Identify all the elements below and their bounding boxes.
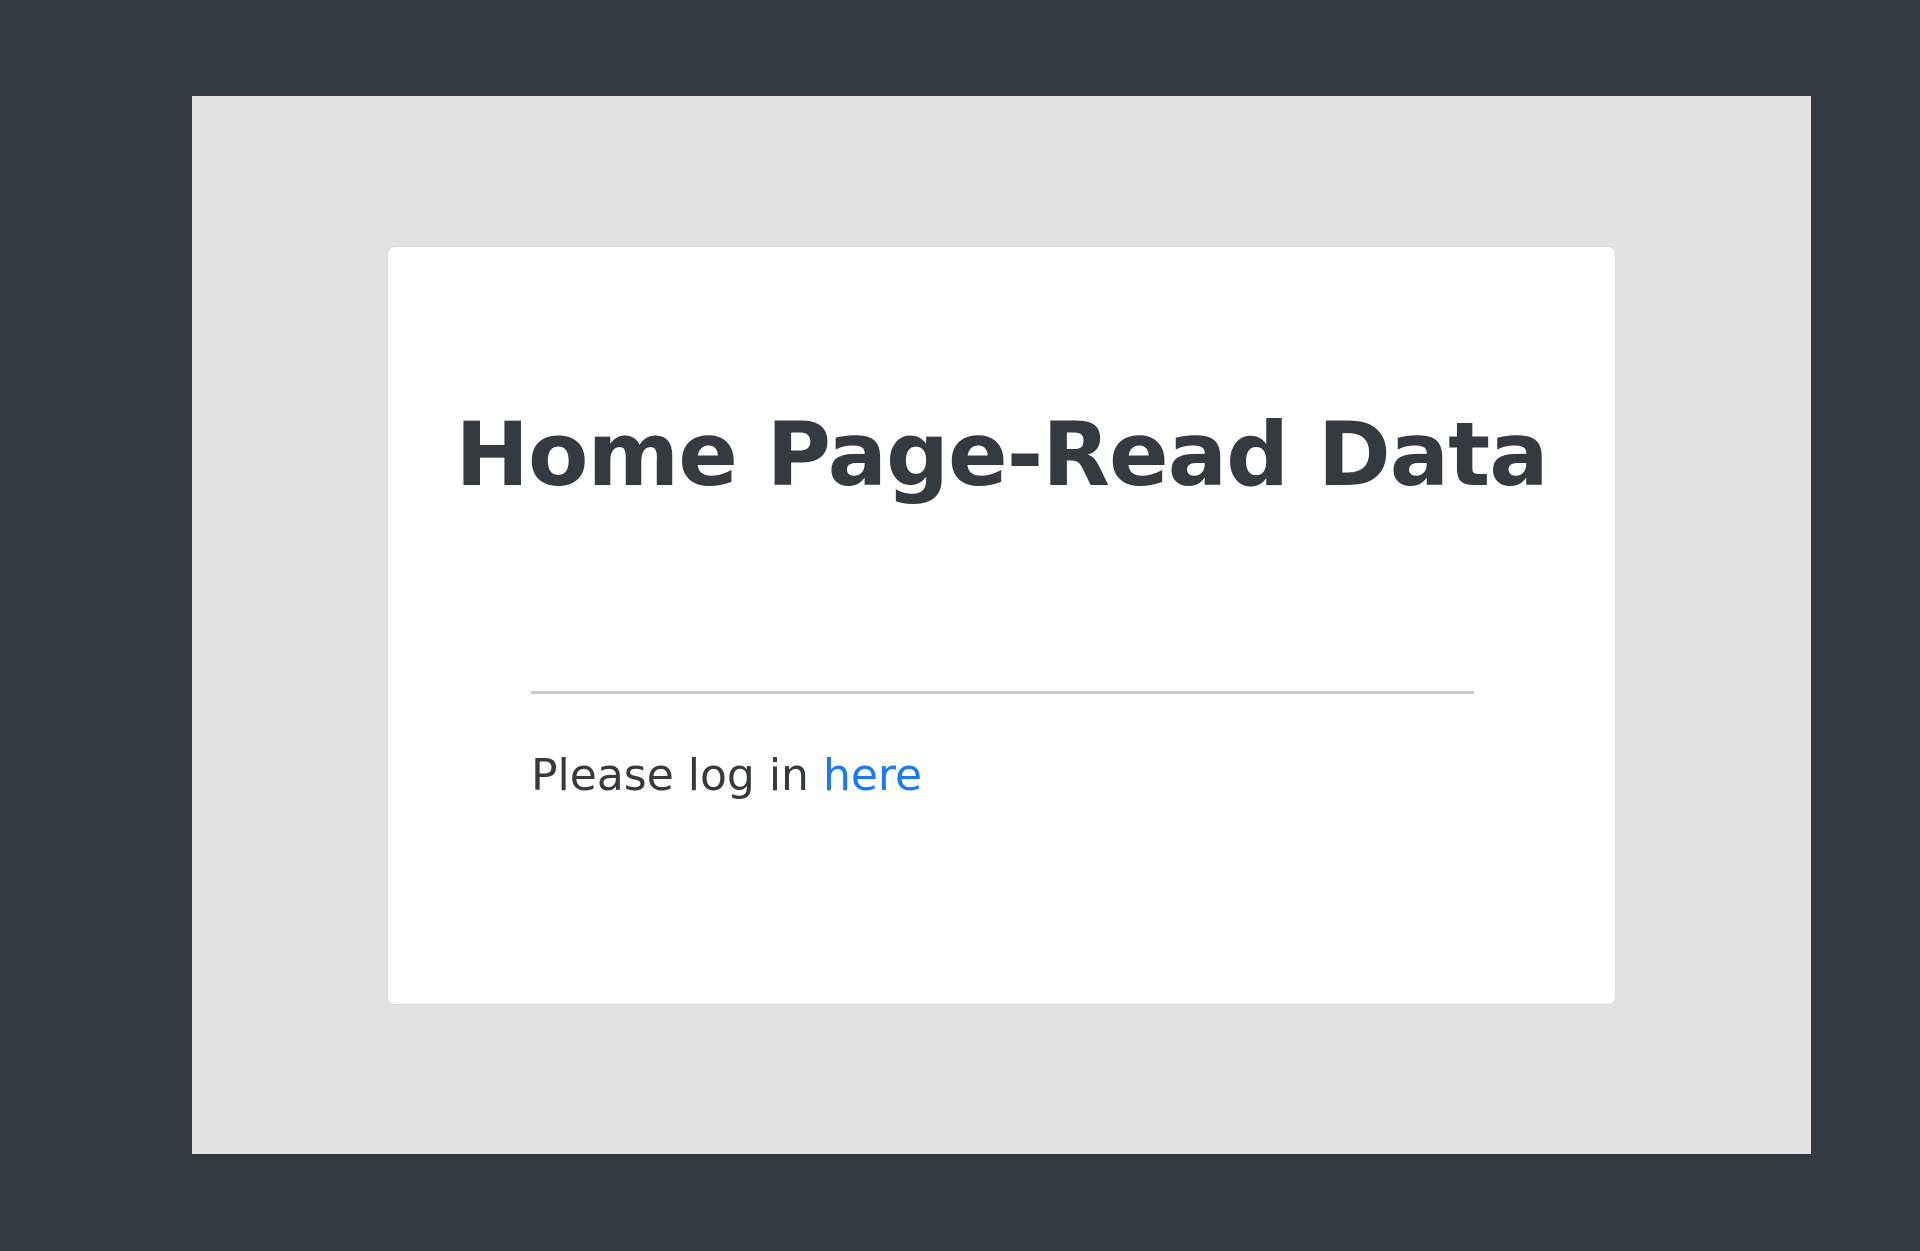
- content-panel: Home Page-Read Data Please log in here: [192, 96, 1811, 1154]
- card: Home Page-Read Data Please log in here: [387, 246, 1616, 1005]
- login-link[interactable]: here: [823, 750, 922, 801]
- login-message: Please log in here: [531, 747, 922, 805]
- page-title: Home Page-Read Data: [455, 403, 1548, 506]
- login-message-text: Please log in: [531, 750, 823, 801]
- divider: [531, 691, 1474, 694]
